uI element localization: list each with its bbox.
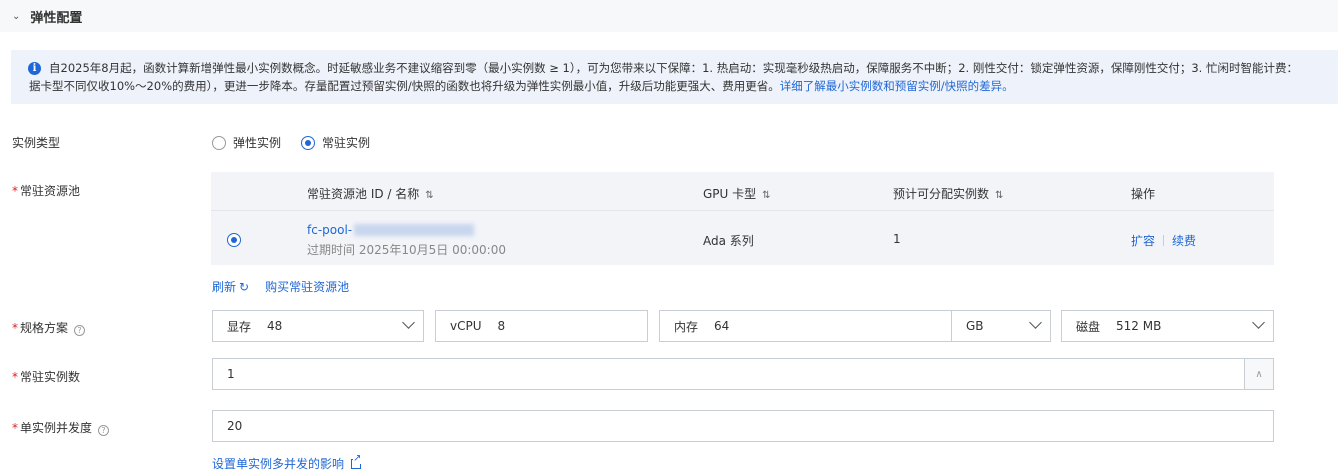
column-header-pool-id[interactable]: 常驻资源池 ID / 名称 ⇅ (307, 185, 434, 202)
notice-line-1: 自2025年8月起，函数计算新增弹性最小实例数概念。时延敏感业务不建议缩容到零（… (49, 61, 1298, 75)
pool-expire-time: 过期时间 2025年10月5日 00:00:00 (307, 243, 506, 257)
chevron-down-icon (1252, 316, 1265, 329)
radio-elastic-instance[interactable]: 弹性实例 (212, 134, 281, 151)
sort-icon[interactable]: ⇅ (762, 190, 770, 201)
disk-value: 512 MB (1116, 319, 1162, 333)
renew-button[interactable]: 续费 (1172, 234, 1196, 248)
required-mark: * (12, 321, 18, 335)
concurrency-impact-link[interactable]: 设置单实例多并发的影响 (212, 453, 362, 472)
instance-type-label-text: 实例类型 (12, 136, 61, 150)
chevron-down-icon (1029, 316, 1042, 329)
sort-icon[interactable]: ⇅ (425, 190, 433, 201)
vram-value: 48 (267, 319, 283, 333)
vcpu-field[interactable]: vCPU 8 (435, 310, 648, 342)
notice-detail-link[interactable]: 详细了解最小实例数和预留实例/快照的差异。 (780, 79, 1014, 93)
required-mark: * (12, 370, 18, 384)
radio-label: 常驻实例 (322, 136, 371, 150)
pool-actions: 扩容 续费 (1131, 232, 1196, 249)
refresh-label: 刷新 (212, 280, 237, 294)
memory-value: 64 (714, 319, 730, 333)
vram-key: 显存 (227, 319, 252, 334)
concurrency-input[interactable]: 20 (212, 410, 1274, 442)
disk-key: 磁盘 (1076, 319, 1101, 334)
section-header[interactable]: ⌄ 弹性配置 (0, 0, 1338, 32)
chevron-down-icon (402, 316, 415, 329)
instance-type-label: 实例类型 (12, 134, 60, 151)
pool-label: * 常驻资源池 (12, 182, 80, 199)
concurrency-label-text: 单实例并发度 (20, 421, 93, 435)
external-link-icon (351, 453, 362, 469)
memory-key: 内存 (674, 319, 699, 334)
vram-select[interactable]: 显存 48 (212, 310, 424, 342)
section-title: 弹性配置 (30, 10, 83, 26)
help-icon[interactable]: ? (74, 325, 86, 336)
concurrency-label: * 单实例并发度? (12, 419, 110, 436)
pool-table: 常驻资源池 ID / 名称 ⇅ GPU 卡型 ⇅ 预计可分配实例数 ⇅ 操作 fc-p… (211, 172, 1274, 265)
memory-unit: GB (966, 319, 984, 333)
radio-label: 弹性实例 (233, 136, 282, 150)
column-header-gpu[interactable]: GPU 卡型 ⇅ (703, 185, 771, 202)
column-header-count[interactable]: 预计可分配实例数 ⇅ (893, 185, 1003, 202)
pool-id-redacted (354, 224, 475, 236)
pool-table-header: 常驻资源池 ID / 名称 ⇅ GPU 卡型 ⇅ 预计可分配实例数 ⇅ 操作 (211, 172, 1274, 211)
disk-select[interactable]: 磁盘 512 MB (1061, 310, 1274, 342)
resident-count-label-text: 常驻实例数 (20, 370, 81, 384)
resident-count-label: * 常驻实例数 (12, 368, 80, 385)
chevron-down-icon[interactable]: ⌄ (12, 11, 20, 22)
concurrency-value: 20 (227, 419, 243, 433)
column-header-text: 预计可分配实例数 (893, 187, 990, 201)
pool-id: fc-pool- (307, 223, 475, 237)
radio-circle-selected[interactable] (301, 135, 316, 150)
column-header-actions: 操作 (1131, 187, 1156, 201)
help-icon[interactable]: ? (98, 425, 110, 436)
memory-unit-select[interactable]: GB (951, 310, 1051, 342)
pool-gpu-type: Ada 系列 (703, 234, 754, 248)
vcpu-value: 8 (497, 319, 506, 333)
concurrency-impact-text: 设置单实例多并发的影响 (212, 457, 345, 471)
refresh-icon[interactable]: ↻ (239, 280, 249, 294)
expand-button[interactable]: 扩容 (1131, 234, 1155, 248)
buy-pool-link[interactable]: 购买常驻资源池 (265, 278, 349, 295)
increment-icon[interactable]: ∧ (1244, 359, 1273, 389)
pool-row-radio[interactable] (227, 233, 241, 247)
radio-circle[interactable] (212, 135, 226, 150)
info-icon: i (28, 62, 41, 75)
pool-id-text: fc-pool- (307, 223, 353, 237)
pool-links: 刷新 ↻ 购买常驻资源池 (212, 278, 349, 295)
notice-line-2-text: 据卡型不同仅收10%～20%的费用），更进一步降本。存量配置过预留实例/快照的函… (29, 79, 780, 93)
info-notice: i 自2025年8月起，函数计算新增弹性最小实例数概念。时延敏感业务不建议缩容到… (11, 50, 1338, 104)
refresh-link[interactable]: 刷新 ↻ (212, 278, 249, 295)
pool-label-text: 常驻资源池 (20, 184, 81, 198)
required-mark: * (12, 184, 18, 198)
column-header-text: GPU 卡型 (703, 187, 757, 201)
instance-type-radio-group: 弹性实例 常驻实例 (212, 134, 390, 151)
column-header-text: 常驻资源池 ID / 名称 (307, 187, 420, 201)
vcpu-key: vCPU (450, 319, 482, 333)
resident-count-value: 1 (227, 367, 235, 381)
memory-field[interactable]: 内存 64 (659, 310, 952, 342)
resident-count-stepper[interactable]: 1 ∧ (212, 358, 1274, 390)
radio-resident-instance[interactable]: 常驻实例 (301, 134, 370, 151)
spec-label-text: 规格方案 (20, 321, 69, 335)
notice-line-2: 据卡型不同仅收10%～20%的费用），更进一步降本。存量配置过预留实例/快照的函… (29, 77, 1338, 95)
spec-label: * 规格方案? (12, 319, 86, 336)
divider (1163, 235, 1165, 246)
pool-count: 1 (893, 232, 901, 246)
required-mark: * (12, 421, 18, 435)
sort-icon[interactable]: ⇅ (995, 190, 1003, 201)
